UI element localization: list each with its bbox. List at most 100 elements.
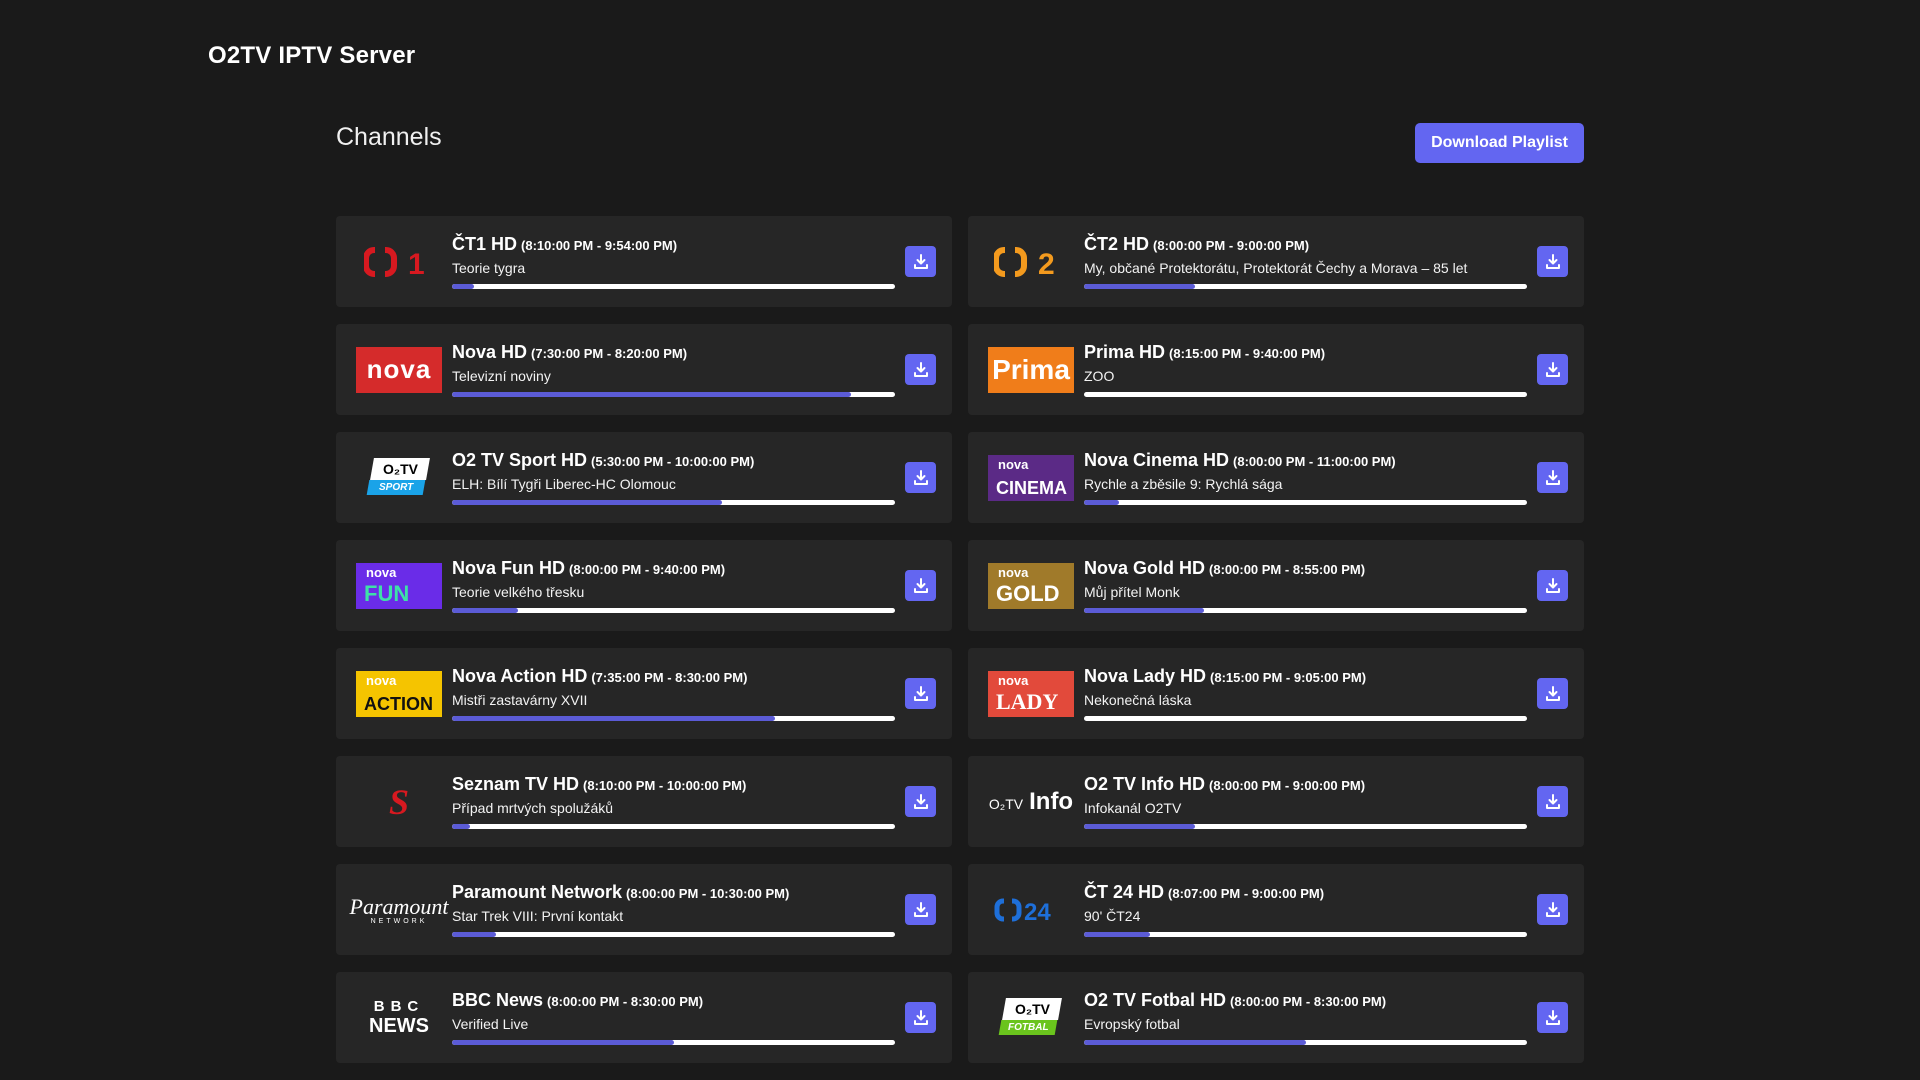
program-title: Rychle a zběsile 9: Rychlá sága — [1084, 476, 1283, 492]
download-icon — [913, 685, 929, 702]
channel-title: Nova Fun HD (8:00:00 PM - 9:40:00 PM) — [452, 558, 895, 579]
logo-subtext: Info — [1029, 787, 1074, 815]
channel-info: O2 TV Info HD (8:00:00 PM - 9:00:00 PM) In… — [1084, 774, 1527, 829]
logo-text: O₂TV — [988, 795, 1024, 812]
logo-text: nova — [998, 456, 1029, 472]
channel-info: Paramount Network (8:00:00 PM - 10:30:00 … — [452, 882, 895, 937]
logo-text: O₂TV — [1014, 1000, 1050, 1017]
progress-bar — [1084, 1040, 1527, 1045]
download-playlist-button[interactable]: Download Playlist — [1415, 123, 1584, 163]
section-header: Channels Download Playlist — [336, 110, 1584, 172]
download-channel-button[interactable] — [905, 678, 936, 709]
progress-fill — [1084, 284, 1195, 289]
program-time: (7:35:00 PM - 8:30:00 PM) — [591, 670, 748, 685]
channel-title: ČT1 HD (8:10:00 PM - 9:54:00 PM) — [452, 234, 895, 255]
download-channel-button[interactable] — [1537, 786, 1568, 817]
program-title: Infokanál O2TV — [1084, 800, 1182, 816]
download-channel-button[interactable] — [1537, 570, 1568, 601]
channel-name: Nova Cinema HD — [1084, 450, 1230, 470]
channel-title: O2 TV Info HD (8:00:00 PM - 9:00:00 PM) — [1084, 774, 1527, 795]
channel-title: ČT 24 HD (8:07:00 PM - 9:00:00 PM) — [1084, 882, 1527, 903]
program-time: (8:00:00 PM - 8:30:00 PM) — [547, 994, 704, 1009]
download-icon — [1545, 361, 1561, 378]
download-icon — [913, 901, 929, 918]
download-channel-button[interactable] — [1537, 246, 1568, 277]
channel-title: O2 TV Fotbal HD (8:00:00 PM - 8:30:00 PM) — [1084, 990, 1527, 1011]
channel-card: nova LADY Nova Lady HD (8:15:00 PM - 9:05:0… — [968, 648, 1584, 739]
channel-title: Nova Cinema HD (8:00:00 PM - 11:00:00 PM) — [1084, 450, 1527, 471]
channels-section: Channels Download Playlist 1 ČT1 HD (8:10:… — [336, 110, 1584, 1063]
program-title: ZOO — [1084, 368, 1115, 384]
channel-name: O2 TV Fotbal HD — [1084, 990, 1227, 1010]
channel-card: 24 ČT 24 HD (8:07:00 PM - 9:00:00 PM) 90' Č… — [968, 864, 1584, 955]
download-icon — [1545, 901, 1561, 918]
logo-text: O₂TV — [382, 460, 418, 477]
o2tv-fotbal-logo: O₂TV FOTBAL — [988, 995, 1074, 1041]
download-channel-button[interactable] — [905, 894, 936, 925]
channel-info: ČT 24 HD (8:07:00 PM - 9:00:00 PM) 90' ČT2… — [1084, 882, 1527, 937]
channel-info: Nova Action HD (7:35:00 PM - 8:30:00 PM) M… — [452, 666, 895, 721]
program-title: Evropský fotbal — [1084, 1016, 1180, 1032]
download-channel-button[interactable] — [905, 246, 936, 277]
download-channel-button[interactable] — [1537, 894, 1568, 925]
o2tv-info-logo: O₂TV Info — [988, 779, 1074, 825]
program-title: Teorie tygra — [452, 260, 526, 276]
logo-subtext: FUN — [364, 580, 410, 606]
program-time: (8:00:00 PM - 9:00:00 PM) — [1153, 238, 1310, 253]
program-title: My, občané Protektorátu, Protektorát Čec… — [1084, 260, 1468, 276]
program-title: Nekonečná láska — [1084, 692, 1192, 708]
channel-card: nova ACTION Nova Action HD (7:35:00 PM - 8:… — [336, 648, 952, 739]
channel-name: ČT1 HD — [452, 234, 518, 254]
channel-name: Prima HD — [1084, 342, 1166, 362]
download-icon — [1545, 1009, 1561, 1026]
progress-bar — [1084, 284, 1527, 289]
logo-text: Paramount — [349, 894, 449, 919]
channel-info: BBC News (8:00:00 PM - 8:30:00 PM) Verifie… — [452, 990, 895, 1045]
channel-card: nova CINEMA Nova Cinema HD (8:00:00 PM - 11… — [968, 432, 1584, 523]
nova-logo: nova — [356, 346, 442, 393]
download-channel-button[interactable] — [1537, 462, 1568, 493]
channel-title: Prima HD (8:15:00 PM - 9:40:00 PM) — [1084, 342, 1527, 363]
logo-subtext: NEWS — [369, 1014, 429, 1037]
channel-name: Paramount Network — [452, 882, 623, 902]
download-channel-button[interactable] — [905, 570, 936, 601]
progress-fill — [452, 932, 497, 937]
channel-title: Nova Lady HD (8:15:00 PM - 9:05:00 PM) — [1084, 666, 1527, 687]
channel-name: Nova Action HD — [452, 666, 588, 686]
logo-subtext: SPORT — [378, 481, 414, 493]
program-title: Verified Live — [452, 1016, 529, 1032]
svg-text:1: 1 — [408, 248, 425, 279]
channel-card: S Seznam TV HD (8:10:00 PM - 10:00:00 PM) P… — [336, 756, 952, 847]
download-channel-button[interactable] — [1537, 354, 1568, 385]
program-time: (8:15:00 PM - 9:40:00 PM) — [1169, 346, 1326, 361]
download-channel-button[interactable] — [1537, 1002, 1568, 1033]
download-icon — [1545, 577, 1561, 594]
download-channel-button[interactable] — [905, 786, 936, 817]
channel-info: ČT1 HD (8:10:00 PM - 9:54:00 PM) Teorie ty… — [452, 234, 895, 289]
channel-card: O₂TV FOTBAL O2 TV Fotbal HD (8:00:00 PM - 8… — [968, 972, 1584, 1063]
progress-fill — [1084, 500, 1120, 505]
download-icon — [913, 253, 929, 270]
logo-text: BBC — [373, 997, 425, 1015]
channel-name: Nova HD — [452, 342, 528, 362]
progress-bar — [1084, 392, 1527, 397]
download-channel-button[interactable] — [1537, 678, 1568, 709]
progress-bar — [1084, 824, 1527, 829]
program-time: (8:00:00 PM - 11:00:00 PM) — [1233, 454, 1396, 469]
progress-bar — [452, 824, 895, 829]
channel-name: ČT 24 HD — [1084, 882, 1165, 902]
channel-title: ČT2 HD (8:00:00 PM - 9:00:00 PM) — [1084, 234, 1527, 255]
channel-info: Nova Cinema HD (8:00:00 PM - 11:00:00 PM)… — [1084, 450, 1527, 505]
progress-fill — [452, 824, 470, 829]
channel-info: Nova Gold HD (8:00:00 PM - 8:55:00 PM) Můj… — [1084, 558, 1527, 613]
nova-fun-logo: nova FUN — [356, 562, 442, 609]
download-icon — [913, 577, 929, 594]
download-icon — [913, 361, 929, 378]
download-channel-button[interactable] — [905, 1002, 936, 1033]
channel-card: O₂TV SPORT O2 TV Sport HD (5:30:00 PM - 10:… — [336, 432, 952, 523]
progress-fill — [1084, 608, 1204, 613]
download-channel-button[interactable] — [905, 354, 936, 385]
channel-info: Prima HD (8:15:00 PM - 9:40:00 PM) ZOO — [1084, 342, 1527, 397]
download-channel-button[interactable] — [905, 462, 936, 493]
progress-bar — [1084, 500, 1527, 505]
